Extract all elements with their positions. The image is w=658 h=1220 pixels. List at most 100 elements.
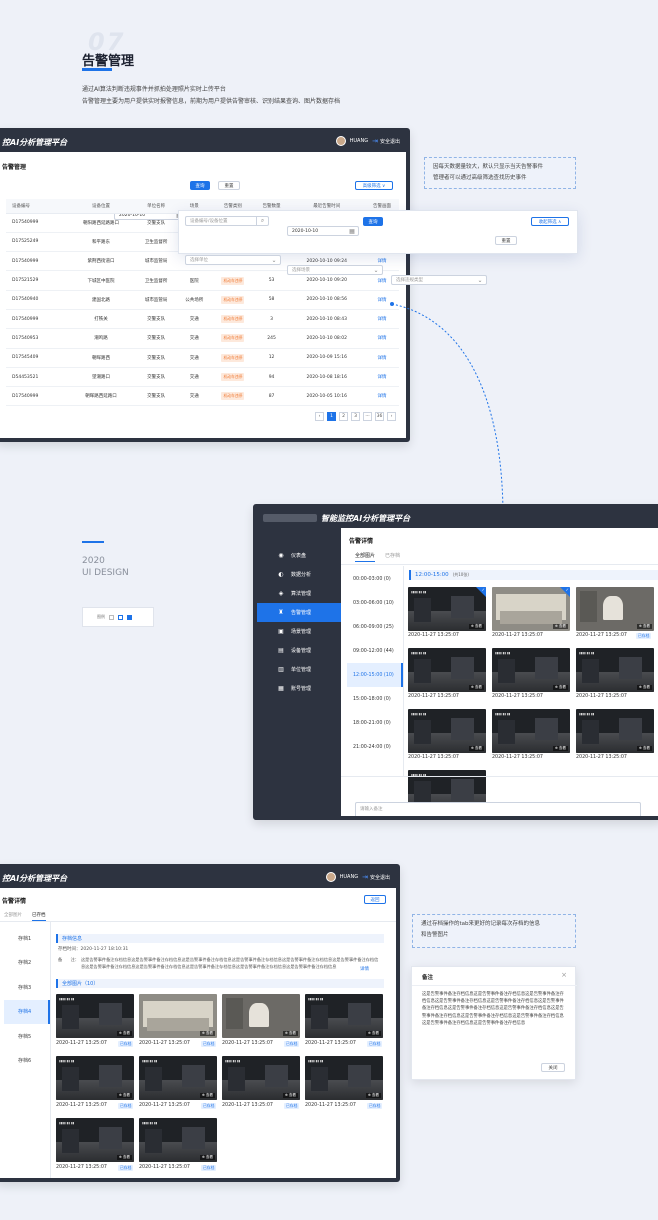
logout-button[interactable]: ⇥ 安全退出 — [372, 137, 400, 145]
remark-input[interactable]: 请输入备注 — [355, 802, 641, 816]
calendar-icon[interactable]: ▦ — [346, 227, 358, 235]
unit-select[interactable]: 选择单位 ⌄ — [185, 255, 281, 265]
tab-archived[interactable]: 已存档 — [32, 912, 46, 921]
alarm-image[interactable]: ▮▮▮▮ ▮▮ ▮▮ ⊕ 查看 — [56, 994, 134, 1038]
sidebar-item-7[interactable]: ▥ 单位管理 — [257, 660, 341, 679]
tab-all-images[interactable]: 全部图片 — [355, 552, 376, 562]
detail-link[interactable]: 详情 — [378, 259, 387, 264]
archive-note-more[interactable]: 详情 — [360, 966, 369, 972]
time-range-item[interactable]: 06:00-09:00 (25) — [347, 615, 403, 639]
table-row[interactable]: D17540940 建国北路 城市监管局 公共场所 机动车违停 58 2020-10-10 … — [6, 290, 399, 310]
view-image-button[interactable]: ⊕ 查看 — [636, 685, 652, 690]
detail-link[interactable]: 详情 — [378, 279, 387, 284]
alarm-image[interactable]: ▮▮▮▮ ▮▮ ▮▮ ⊕ 查看 — [305, 994, 383, 1038]
query-button[interactable]: 查询 — [190, 181, 210, 190]
collapse-filter-button[interactable]: 收起筛选 ∧ — [531, 217, 569, 226]
time-range-item[interactable]: 03:00-06:00 (10) — [347, 591, 403, 615]
logout-button[interactable]: ⇥ 安全退出 — [362, 873, 390, 881]
time-range-item[interactable]: 12:00-15:00 (10) — [347, 663, 403, 687]
time-range-item[interactable]: 09:00-12:00 (44) — [347, 639, 403, 663]
alarm-image[interactable]: ▮▮▮▮ ▮▮ ▮▮ ⊕ 查看 — [576, 709, 654, 753]
alarm-image[interactable]: ▮▮▮▮ ▮▮ ▮▮ ⊕ 查看 — [408, 709, 486, 753]
return-button[interactable]: 返回 — [364, 895, 386, 904]
sidebar-item-2[interactable]: ◐ 数据分析 — [257, 565, 341, 584]
alarm-image[interactable]: ▮▮▮▮ ▮▮ ▮▮ ⊕ 查看 — [56, 1056, 134, 1100]
table-row[interactable]: D17545409 朝晖路西 交警支队 交通 机动车违停 12 2020-10-09 15:… — [6, 348, 399, 368]
archive-item[interactable]: 存档3 — [4, 975, 50, 1000]
close-icon[interactable]: × — [561, 971, 567, 979]
archive-item[interactable]: 存档6 — [4, 1049, 50, 1074]
filter-query-button[interactable]: 查询 — [363, 217, 383, 226]
type-select[interactable]: 选择违规类型 ⌄ — [391, 275, 487, 285]
time-range-item[interactable]: 18:00-21:00 (0) — [347, 711, 403, 735]
tab-all-images[interactable]: 全部图片 — [4, 912, 22, 921]
table-row[interactable]: D17540999 打铁关 交警支队 交通 机动车违停 3 2020-10-10 08:43… — [6, 309, 399, 330]
archive-item[interactable]: 存档2 — [4, 951, 50, 976]
modal-close-button[interactable]: 关闭 — [541, 1063, 565, 1072]
filter-reset-button[interactable]: 重置 — [495, 236, 517, 245]
image-timestamp: 2020-11-27 13:25:07 — [139, 1041, 190, 1046]
tab-archived[interactable]: 已存档 — [385, 552, 400, 562]
alarm-image[interactable]: ▮▮▮▮ ▮▮ ▮▮ ⊕ 查看 — [408, 648, 486, 692]
reset-button[interactable]: 重置 — [218, 181, 240, 190]
time-range-item[interactable]: 00:00-03:00 (0) — [347, 567, 403, 591]
view-image-button[interactable]: ⊕ 查看 — [116, 1093, 132, 1098]
scene-select[interactable]: 选择场景 ⌄ — [287, 265, 383, 275]
table-row[interactable]: D17540953 潮鸣路 交警支队 交通 机动车违停 245 2020-10-10 08:… — [6, 328, 399, 349]
alarm-image[interactable]: ⊕ 查看 — [222, 994, 300, 1038]
view-image-button[interactable]: ⊕ 查看 — [468, 746, 484, 751]
time-range-item[interactable]: 15:00-18:00 (0) — [347, 687, 403, 711]
alarm-image[interactable]: ▮▮▮▮ ▮▮ ▮▮ ⊕ 查看 — [492, 709, 570, 753]
alarm-image[interactable]: ⊕ 查看 — [576, 587, 654, 631]
view-image-button[interactable]: ⊕ 查看 — [199, 1155, 215, 1160]
alarm-image[interactable]: ▮▮▮▮ ▮▮ ▮▮ ⊕ 查看 — [408, 587, 486, 631]
archive-item[interactable]: 存档5 — [4, 1024, 50, 1049]
page-button[interactable]: 3 — [351, 412, 360, 421]
sidebar-item-8[interactable]: ▦ 账号管理 — [257, 679, 341, 698]
alarm-image[interactable]: ▮▮▮▮ ▮▮ ▮▮ ⊕ 查看 — [222, 1056, 300, 1100]
page-button[interactable]: 1 — [327, 412, 336, 421]
view-image-button[interactable]: ⊕ 查看 — [552, 624, 568, 629]
filter-date-picker[interactable]: 2020-10-10 ▦ — [287, 226, 359, 236]
page-button[interactable]: ‹ — [315, 412, 324, 421]
table-row[interactable]: D54453521 望潮路口 交警支队 交通 机动车违停 94 2020-10-08 18:… — [6, 367, 399, 388]
view-image-button[interactable]: ⊕ 查看 — [116, 1031, 132, 1036]
sidebar-item-5[interactable]: ▣ 场景管理 — [257, 622, 341, 641]
archive-item[interactable]: 存档1 — [4, 926, 50, 951]
alarm-image[interactable]: ▮▮▮▮ ▮▮ ▮▮ ⊕ 查看 — [492, 648, 570, 692]
view-image-button[interactable]: ⊕ 查看 — [365, 1093, 381, 1098]
sidebar-item-3[interactable]: ◈ 算法管理 — [257, 584, 341, 603]
page-button[interactable]: 2 — [339, 412, 348, 421]
view-image-button[interactable]: ⊕ 查看 — [282, 1093, 298, 1098]
alarm-image[interactable]: ▮▮▮▮ ▮▮ ▮▮ ⊕ 查看 — [139, 1118, 217, 1162]
view-image-button[interactable]: ⊕ 查看 — [282, 1031, 298, 1036]
archive-item[interactable]: 存档4 — [4, 999, 50, 1024]
table-row[interactable]: D17540999 朝晖路西延路口 交警支队 交通 机动车违停 87 2020-10-05 … — [6, 386, 399, 407]
filter-search-input[interactable]: 设备编号/设备位置 ⌕ — [185, 216, 269, 226]
view-image-button[interactable]: ⊕ 查看 — [468, 624, 484, 629]
view-image-button[interactable]: ⊕ 查看 — [199, 1031, 215, 1036]
avatar[interactable] — [335, 136, 346, 146]
view-image-button[interactable]: ⊕ 查看 — [552, 746, 568, 751]
advanced-filter-button[interactable]: 高级筛选 ∨ — [355, 181, 393, 190]
sidebar-item-6[interactable]: ▤ 设备管理 — [257, 641, 341, 660]
view-image-button[interactable]: ⊕ 查看 — [636, 624, 652, 629]
sidebar-item-1[interactable]: ◉ 仪表盘 — [257, 546, 341, 565]
alarm-image[interactable]: ▮▮▮▮ ▮▮ ▮▮ ⊕ 查看 — [576, 648, 654, 692]
view-image-button[interactable]: ⊕ 查看 — [468, 685, 484, 690]
alarm-image[interactable]: ⊕ 查看 — [492, 587, 570, 631]
view-image-button[interactable]: ⊕ 查看 — [552, 685, 568, 690]
view-image-button[interactable]: ⊕ 查看 — [199, 1093, 215, 1098]
page-button[interactable]: ··· — [363, 412, 372, 421]
time-range-item[interactable]: 21:00-24:00 (0) — [347, 735, 403, 759]
alarm-image[interactable]: ▮▮▮▮ ▮▮ ▮▮ ⊕ 查看 — [56, 1118, 134, 1162]
view-image-button[interactable]: ⊕ 查看 — [116, 1155, 132, 1160]
view-image-button[interactable]: ⊕ 查看 — [365, 1031, 381, 1036]
avatar[interactable] — [325, 872, 336, 882]
view-image-button[interactable]: ⊕ 查看 — [636, 746, 652, 751]
alarm-image[interactable]: ▮▮▮▮ ▮▮ ▮▮ ⊕ 查看 — [305, 1056, 383, 1100]
sidebar-item-4[interactable]: ♜ 告警管理 — [257, 603, 341, 622]
alarm-image[interactable]: ⊕ 查看 — [139, 994, 217, 1038]
alarm-image[interactable]: ▮▮▮▮ ▮▮ ▮▮ ⊕ 查看 — [139, 1056, 217, 1100]
search-icon[interactable]: ⌕ — [256, 217, 268, 225]
